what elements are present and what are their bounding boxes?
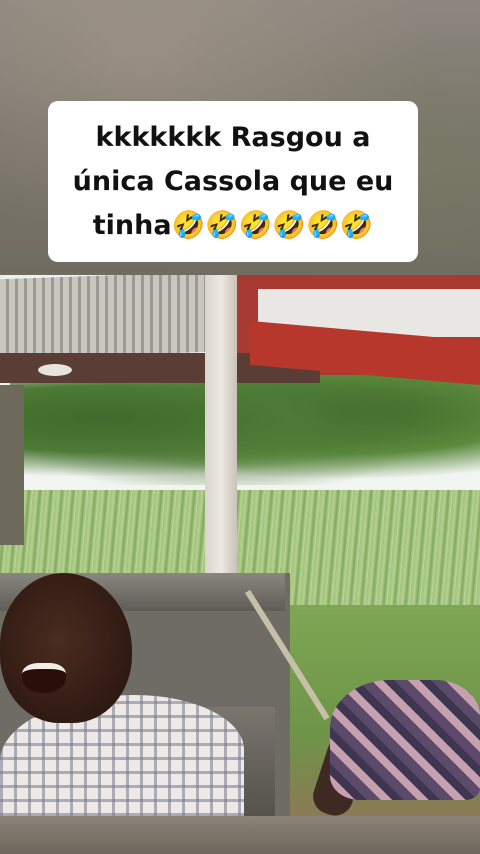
laughing-kid-mouth [22, 663, 66, 693]
caption-card: kkkkkkk Rasgou a única Cassola que eu ti… [48, 101, 418, 262]
tree-trunk [0, 385, 24, 545]
video-frame[interactable] [0, 275, 480, 816]
blurred-background-bottom [0, 816, 480, 854]
metal-roof [0, 275, 240, 360]
laughing-kid-head [0, 573, 132, 723]
child-patterned-clothes [330, 680, 480, 800]
ceiling-lamp [38, 364, 72, 376]
caption-text: kkkkkkk Rasgou a única Cassola que eu ti… [72, 121, 394, 241]
tree-canopy [10, 375, 480, 485]
